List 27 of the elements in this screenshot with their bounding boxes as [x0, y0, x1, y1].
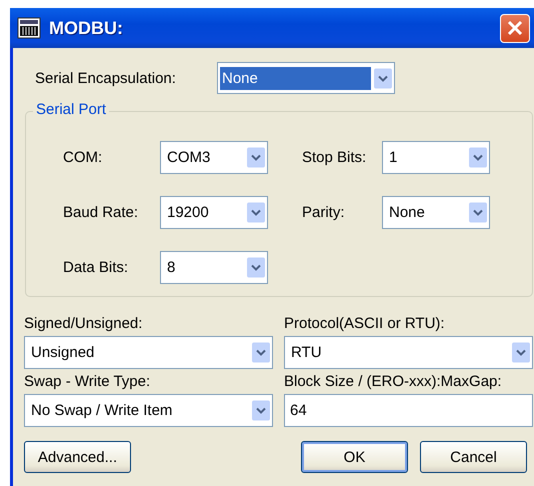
field-label: Parity: [302, 204, 346, 221]
input-field[interactable]: 64 [284, 394, 533, 427]
field-label: Baud Rate: [63, 204, 140, 221]
dropdown[interactable]: 1 [382, 141, 490, 174]
dropdown[interactable]: None [382, 196, 490, 229]
field-label: Protocol(ASCII or RTU): [284, 315, 446, 332]
dialog-button[interactable]: OK [301, 441, 408, 473]
field-label: Serial Encapsulation: [35, 70, 177, 86]
dialog-button[interactable]: Cancel [420, 441, 527, 473]
field-label: Signed/Unsigned: [24, 315, 144, 332]
field-label: Stop Bits: [302, 149, 368, 166]
dialog-button[interactable]: Advanced... [24, 441, 131, 473]
dropdown[interactable]: COM3 [160, 141, 268, 174]
dropdown[interactable]: Unsigned [24, 336, 273, 369]
dropdown[interactable]: No Swap / Write Item [24, 394, 273, 427]
close-button[interactable] [500, 14, 530, 42]
close-icon [505, 18, 525, 38]
field-label: Swap - Write Type: [24, 373, 152, 390]
dropdown[interactable]: 8 [160, 251, 268, 284]
dropdown[interactable]: 19200 [160, 196, 268, 229]
field-label: Data Bits: [63, 259, 130, 276]
window-title: MODBU: [49, 18, 124, 38]
device-icon [17, 17, 41, 39]
field-label: Block Size / (ERO-xxx):MaxGap: [284, 373, 503, 390]
dropdown[interactable]: RTU [284, 336, 533, 369]
dropdown[interactable]: None [217, 62, 395, 94]
field-label: COM: [63, 149, 104, 166]
